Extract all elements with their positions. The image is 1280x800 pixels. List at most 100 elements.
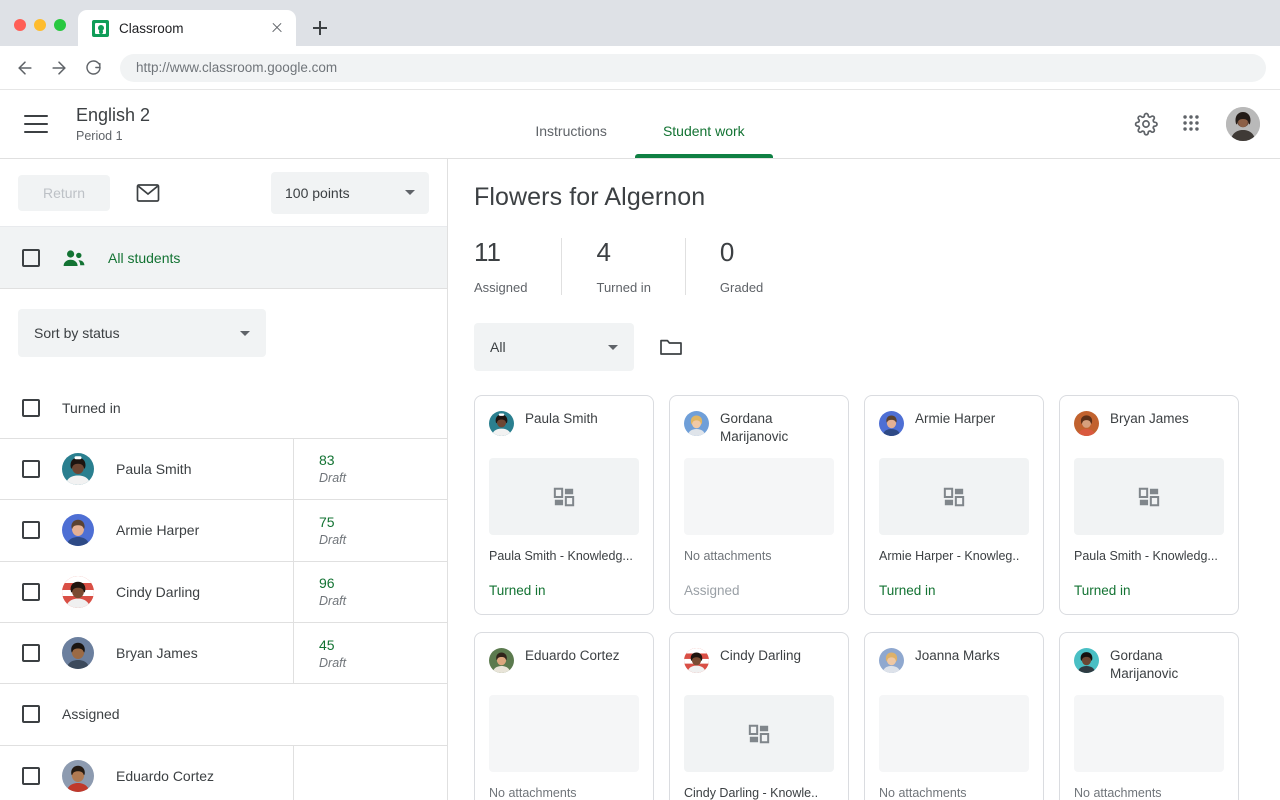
- filter-value: All: [490, 339, 506, 355]
- avatar: [62, 576, 94, 608]
- slides-placeholder-icon: [553, 486, 575, 508]
- back-arrow-icon[interactable]: [10, 53, 40, 83]
- grade-value: 83: [319, 452, 447, 468]
- grade-state: Draft: [319, 471, 447, 485]
- work-card[interactable]: Armie Harper Armie Harper - Knowleg.. Tu…: [864, 395, 1044, 615]
- plus-icon[interactable]: [306, 14, 334, 42]
- grade-cell[interactable]: 83 Draft: [293, 439, 447, 499]
- sort-dropdown[interactable]: Sort by status: [18, 309, 266, 357]
- student-name: Cindy Darling: [720, 647, 801, 665]
- avatar: [1074, 411, 1099, 436]
- work-card[interactable]: Joanna Marks No attachments: [864, 632, 1044, 800]
- stat-label: Graded: [720, 280, 763, 295]
- work-card[interactable]: Eduardo Cortez No attachments: [474, 632, 654, 800]
- work-card[interactable]: Gordana Marijanovic No attachments: [1059, 632, 1239, 800]
- group-header-assigned[interactable]: Assigned: [0, 684, 447, 745]
- work-card[interactable]: Gordana Marijanovic No attachments Assig…: [669, 395, 849, 615]
- points-dropdown[interactable]: 100 points: [271, 172, 429, 214]
- browser-tab[interactable]: Classroom: [78, 10, 296, 46]
- all-students-row[interactable]: All students: [0, 226, 447, 289]
- sort-container: Sort by status: [0, 289, 447, 377]
- return-button[interactable]: Return: [18, 175, 110, 211]
- table-row[interactable]: Bryan James 45 Draft: [0, 623, 447, 684]
- student-checkbox[interactable]: [22, 644, 40, 662]
- people-icon: [62, 248, 86, 268]
- slides-placeholder-icon: [1138, 486, 1160, 508]
- status-badge: Turned in: [1074, 583, 1224, 598]
- reload-icon[interactable]: [78, 53, 108, 83]
- status-badge: Turned in: [489, 583, 639, 598]
- grade-cell[interactable]: 75 Draft: [293, 500, 447, 560]
- grade-cell[interactable]: 96 Draft: [293, 562, 447, 622]
- filter-row: All: [474, 323, 1280, 371]
- student-checkbox[interactable]: [22, 521, 40, 539]
- avatar[interactable]: [1226, 107, 1260, 141]
- folder-icon[interactable]: [654, 330, 688, 364]
- envelope-icon[interactable]: [128, 173, 168, 213]
- page-title: English 2: [76, 105, 150, 125]
- attachment-name: Paula Smith - Knowledg...: [489, 549, 639, 563]
- work-card[interactable]: Cindy Darling Cindy Darling - Knowle..: [669, 632, 849, 800]
- all-students-checkbox[interactable]: [22, 249, 40, 267]
- close-window-button[interactable]: [14, 19, 26, 31]
- close-icon[interactable]: [268, 19, 286, 37]
- app-header: English 2 Period 1 Instructions Student …: [0, 90, 1280, 158]
- gear-icon[interactable]: [1134, 112, 1158, 136]
- forward-arrow-icon[interactable]: [44, 53, 74, 83]
- tab-instructions[interactable]: Instructions: [507, 104, 635, 158]
- attachment-thumbnail[interactable]: [489, 458, 639, 535]
- table-row[interactable]: Armie Harper 75 Draft: [0, 500, 447, 561]
- address-field[interactable]: http://www.classroom.google.com: [120, 54, 1266, 82]
- hamburger-menu-icon[interactable]: [24, 115, 48, 133]
- maximize-window-button[interactable]: [54, 19, 66, 31]
- group-checkbox[interactable]: [22, 705, 40, 723]
- stat-assigned: 11 Assigned: [474, 238, 561, 295]
- avatar: [684, 648, 709, 673]
- group-label: Turned in: [62, 400, 121, 416]
- tab-strip: Classroom: [0, 0, 1280, 46]
- attachment-name: No attachments: [1074, 786, 1224, 800]
- tab-student-work[interactable]: Student work: [635, 104, 773, 158]
- status-filter-dropdown[interactable]: All: [474, 323, 634, 371]
- address-text: http://www.classroom.google.com: [136, 60, 337, 75]
- work-card[interactable]: Paula Smith Paula Smith - Knowledg... Tu…: [474, 395, 654, 615]
- stat-label: Assigned: [474, 280, 527, 295]
- student-checkbox[interactable]: [22, 767, 40, 785]
- table-row[interactable]: Cindy Darling 96 Draft: [0, 562, 447, 623]
- table-row[interactable]: Paula Smith 83 Draft: [0, 439, 447, 500]
- student-checkbox[interactable]: [22, 583, 40, 601]
- attachment-thumbnail[interactable]: [879, 458, 1029, 535]
- url-bar: http://www.classroom.google.com: [0, 46, 1280, 90]
- body: Return 100 points All students Sort by s…: [0, 159, 1280, 800]
- grade-cell[interactable]: [293, 746, 447, 800]
- stat-value: 0: [720, 238, 763, 266]
- attachment-thumbnail: [879, 695, 1029, 772]
- minimize-window-button[interactable]: [34, 19, 46, 31]
- grade-cell[interactable]: 45 Draft: [293, 623, 447, 683]
- attachment-name: No attachments: [879, 786, 1029, 800]
- group-checkbox[interactable]: [22, 399, 40, 417]
- avatar: [62, 453, 94, 485]
- student-name: Gordana Marijanovic: [720, 410, 834, 446]
- attachment-name: No attachments: [489, 786, 639, 800]
- attachment-thumbnail: [684, 458, 834, 535]
- attachment-name: No attachments: [684, 549, 834, 563]
- stat-value: 11: [474, 238, 527, 266]
- apps-grid-icon[interactable]: [1180, 112, 1204, 136]
- slides-placeholder-icon: [748, 723, 770, 745]
- student-checkbox[interactable]: [22, 460, 40, 478]
- attachment-thumbnail[interactable]: [684, 695, 834, 772]
- course-section: Period 1: [76, 129, 150, 143]
- grade-state: Draft: [319, 656, 447, 670]
- student-list-panel: Return 100 points All students Sort by s…: [0, 159, 448, 800]
- table-row[interactable]: Eduardo Cortez: [0, 746, 447, 800]
- group-header-turned-in[interactable]: Turned in: [0, 377, 447, 438]
- points-value: 100 points: [285, 185, 350, 201]
- work-card[interactable]: Bryan James Paula Smith - Knowledg... Tu…: [1059, 395, 1239, 615]
- student-work-panel: Flowers for Algernon 11 Assigned 4 Turne…: [448, 159, 1280, 800]
- app-tabs: Instructions Student work: [0, 104, 1280, 158]
- status-badge: Assigned: [684, 583, 834, 598]
- attachment-thumbnail[interactable]: [1074, 458, 1224, 535]
- grade-state: Draft: [319, 594, 447, 608]
- stat-value: 4: [596, 238, 650, 266]
